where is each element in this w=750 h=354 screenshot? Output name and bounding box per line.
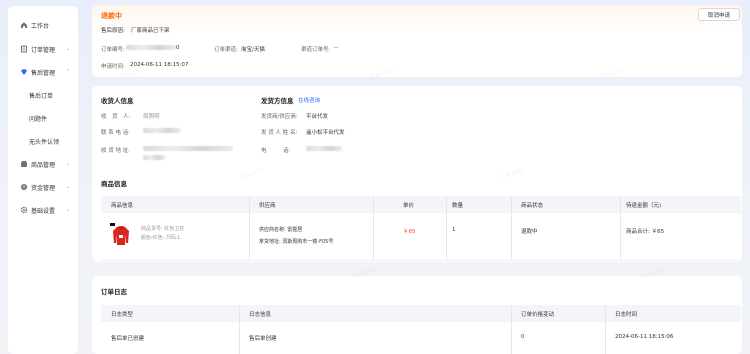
sidebar-item-orders[interactable]: 订单管理 ⌄ — [8, 42, 78, 56]
sidebar-item-unclaimed[interactable]: 无头件认领 — [8, 134, 78, 148]
receiver-phone-redacted — [143, 128, 181, 133]
supplier-address: 拿货地址: 洞斯周购市一楼-F05号 — [259, 239, 334, 245]
detail-card — [92, 86, 742, 262]
order-no-label: 订单编号: — [101, 47, 125, 53]
log-col-divider — [511, 305, 512, 354]
goods-qty: 1 — [452, 227, 456, 233]
goods-col-divider — [446, 196, 447, 260]
channel-order-value: -- — [334, 45, 338, 51]
log-type: 售后单已创建 — [111, 336, 145, 342]
shipper-vendor-label: 发货商/供应商: — [261, 114, 298, 120]
channel-order-label: 渠道订单号: — [301, 47, 331, 53]
reason-value: 厂家商品已下架 — [131, 28, 170, 34]
log-col-price-change: 订单价格变动 — [521, 312, 555, 318]
log-title: 订单日志 — [101, 288, 127, 296]
sidebar: 工作台 订单管理 ⌄ 售后管理 ⌃ 售后订单 问题件 无头件认领 商品管理 ⌄ … — [8, 6, 78, 354]
chevron-down-icon: ⌄ — [66, 161, 71, 167]
sidebar-item-label: 订单管理 — [31, 46, 56, 54]
settings-icon — [20, 206, 28, 214]
receiver-address-redacted-2 — [143, 155, 165, 160]
goods-col-divider — [373, 196, 374, 260]
goods-total: 商品合计: ￥65 — [626, 229, 665, 235]
sidebar-item-settings[interactable]: 基础设置 ⌄ — [8, 203, 78, 217]
log-table-header — [101, 305, 741, 322]
channel-label: 订单渠道: — [214, 47, 238, 53]
log-col-info: 日志信息 — [249, 312, 272, 318]
wallet-icon: ¥ — [20, 183, 28, 191]
receiver-name-value: 周照明 — [143, 114, 160, 120]
receiver-address-redacted — [143, 146, 233, 151]
sidebar-item-label: 售后订单 — [29, 92, 54, 100]
goods-title: 商品信息 — [101, 180, 127, 188]
log-col-divider — [239, 305, 240, 354]
sidebar-item-label: 问题件 — [29, 115, 48, 123]
product-desc-spec: 颜色:红色; 尺码:L — [141, 235, 181, 241]
reason-label: 售后原因: — [101, 28, 125, 34]
goods-status: 退款中 — [521, 229, 538, 235]
goods-col-price: 单价 — [403, 203, 415, 209]
svg-text:¥: ¥ — [23, 185, 26, 190]
shipper-consult-link[interactable]: 在线咨询 — [298, 96, 320, 104]
document-icon — [20, 45, 28, 53]
sidebar-item-workbench[interactable]: 工作台 — [8, 18, 78, 32]
diamond-icon — [20, 68, 28, 76]
order-no-redacted — [126, 45, 176, 50]
apply-time-label: 申请时间: — [101, 64, 125, 70]
log-col-type: 日志类型 — [111, 312, 134, 318]
sidebar-item-products[interactable]: 商品管理 ⌄ — [8, 157, 78, 171]
chevron-down-icon: ⌄ — [66, 184, 71, 190]
goods-price: ￥65 — [403, 229, 416, 235]
receiver-name-label: 收 货 人: — [101, 114, 131, 120]
log-info: 售后单创建 — [249, 336, 277, 342]
receiver-title: 收货人信息 — [101, 97, 134, 105]
after-sales-header-card — [92, 5, 742, 77]
shipper-contact-label: 发 货 人 姓 名: — [261, 130, 298, 136]
goods-col-total: 待退金额（元) — [626, 203, 662, 209]
goods-col-status: 商品状态 — [521, 203, 544, 209]
shipper-vendor-value: 平台代发 — [306, 114, 329, 120]
cancel-request-button[interactable]: 取消申请 — [698, 8, 740, 21]
log-price-change: 0 — [521, 334, 525, 340]
sidebar-item-label: 售后管理 — [31, 69, 56, 77]
goods-col-divider — [620, 196, 621, 260]
goods-col-divider — [511, 196, 512, 260]
product-desc-sku: 商品货号: 红色卫衣 — [141, 226, 185, 232]
goods-col-divider — [249, 196, 250, 260]
supplier-name: 供应商名称: 雷霆居 — [259, 227, 303, 233]
channel-value: 淘宝/天猫 — [241, 47, 265, 53]
log-time: 2024-06-11 18:15:06 — [615, 334, 674, 340]
sidebar-item-label: 资金管理 — [31, 184, 56, 192]
sidebar-item-label: 商品管理 — [31, 161, 56, 169]
receiver-address-label: 收 货 地 址: — [101, 148, 131, 154]
box-icon — [20, 160, 28, 168]
goods-col-qty: 数量 — [452, 203, 464, 209]
shipper-phone-label: 电 话: — [261, 148, 291, 154]
status-badge: 退款中 — [101, 12, 122, 20]
order-no-value: 0 — [176, 45, 180, 51]
sidebar-item-problem-items[interactable]: 问题件 — [8, 111, 78, 125]
sidebar-item-label: 工作台 — [31, 22, 50, 30]
shipper-title: 发货方信息 — [261, 97, 294, 105]
receiver-phone-label: 联 系 电 话: — [101, 130, 131, 136]
goods-table-bottom — [101, 260, 741, 261]
chevron-up-icon: ⌃ — [66, 69, 71, 75]
log-col-time: 日志时间 — [615, 312, 638, 318]
sidebar-item-label: 无头件认领 — [29, 138, 60, 146]
goods-col-supplier: 供应商 — [259, 203, 276, 209]
chevron-down-icon: ⌄ — [66, 207, 71, 213]
log-col-divider — [605, 305, 606, 354]
home-icon — [20, 21, 28, 29]
sidebar-item-label: 基础设置 — [31, 207, 56, 215]
sidebar-item-after-sales-orders[interactable]: 售后订单 — [8, 88, 78, 102]
sidebar-item-after-sales[interactable]: 售后管理 ⌃ — [8, 65, 78, 79]
shipper-contact-value: 遥小松平台代发 — [306, 130, 345, 136]
goods-col-product: 商品信息 — [111, 203, 134, 209]
shipper-phone-redacted — [306, 146, 342, 151]
chevron-down-icon: ⌄ — [66, 46, 71, 52]
sidebar-item-funds[interactable]: ¥ 资金管理 ⌄ — [8, 180, 78, 194]
product-thumbnail[interactable] — [109, 223, 133, 247]
